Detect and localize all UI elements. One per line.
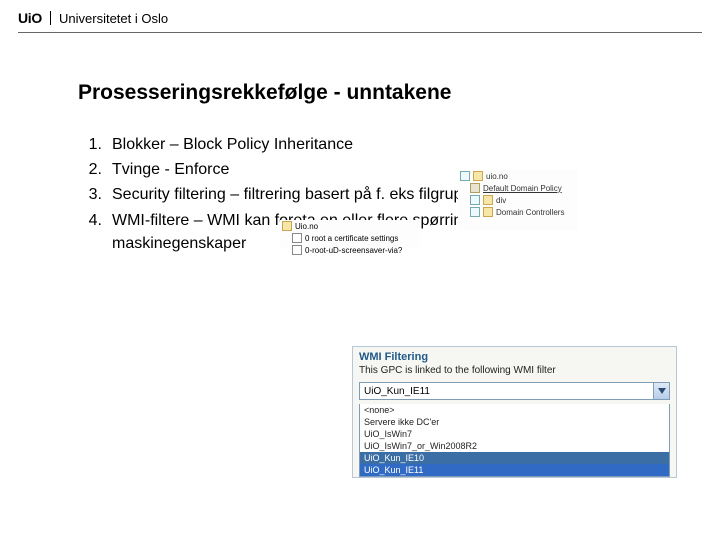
wmi-option[interactable]: Servere ikke DC'er — [360, 416, 669, 428]
wmi-option-selected[interactable]: UiO_Kun_IE11 — [360, 464, 669, 476]
wmi-description: This GPC is linked to the following WMI … — [353, 365, 676, 380]
link-icon — [292, 245, 302, 255]
wmi-section-header: WMI Filtering — [353, 347, 676, 365]
brand-header: UiO Universitetet i Oslo — [0, 0, 720, 32]
link-icon — [292, 233, 302, 243]
folder-icon — [483, 195, 493, 205]
wmi-filter-panel: WMI Filtering This GPC is linked to the … — [352, 346, 677, 478]
slide-title: Prosesseringsrekkefølge - unntakene — [78, 81, 662, 105]
plus-icon — [470, 195, 480, 205]
wmi-dropdown-list[interactable]: <none> Servere ikke DC'er UiO_IsWin7 UiO… — [359, 404, 670, 477]
folder-icon — [483, 207, 493, 217]
wmi-option[interactable]: UiO_Kun_IE10 — [360, 452, 669, 464]
policy-icon — [470, 183, 480, 193]
wmi-option[interactable]: <none> — [360, 404, 669, 416]
divider — [50, 11, 51, 25]
domain-icon — [473, 171, 483, 181]
logo-text: UiO — [18, 10, 42, 26]
chevron-down-icon[interactable] — [653, 383, 669, 399]
university-name: Universitetet i Oslo — [59, 11, 168, 26]
minus-icon — [460, 171, 470, 181]
domain-icon — [282, 221, 292, 231]
wmi-option[interactable]: UiO_IsWin7_or_Win2008R2 — [360, 440, 669, 452]
wmi-option[interactable]: UiO_IsWin7 — [360, 428, 669, 440]
plus-icon — [470, 207, 480, 217]
wmi-filter-combo[interactable]: UiO_Kun_IE11 — [359, 382, 670, 400]
gpo-tree-inset: uio.no Default Domain Policy div Domain … — [458, 170, 578, 230]
list-item: 1.Blokker – Block Policy Inheritance — [78, 133, 662, 156]
gpo-links-inset: Uio.no 0 root a certificate settings 0-r… — [280, 220, 420, 248]
wmi-selected-value: UiO_Kun_IE11 — [360, 386, 653, 397]
